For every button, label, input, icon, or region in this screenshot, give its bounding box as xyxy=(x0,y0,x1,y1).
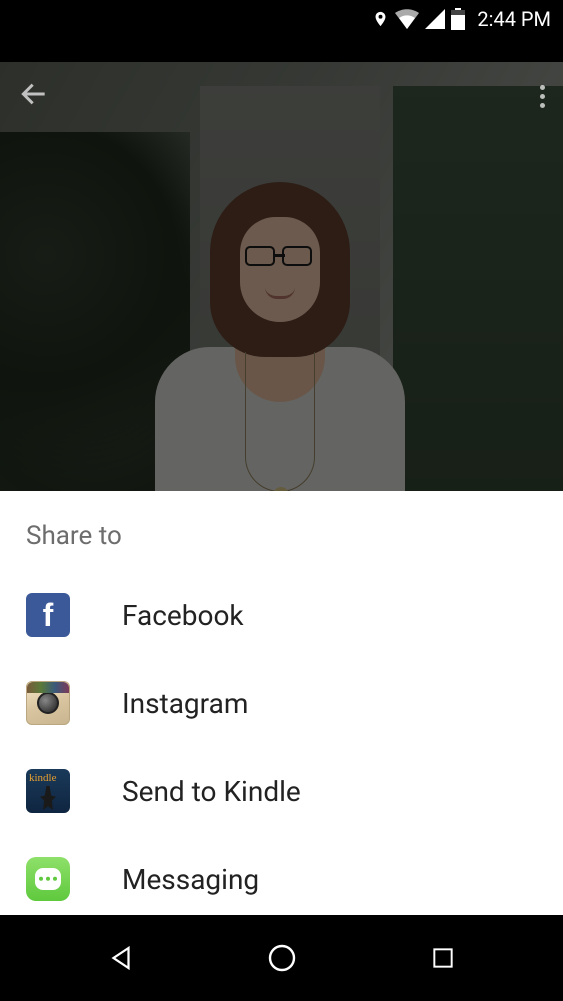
instagram-icon xyxy=(26,681,70,725)
nav-home-button[interactable] xyxy=(252,928,312,988)
facebook-icon: f xyxy=(26,593,70,637)
wifi-icon xyxy=(395,9,419,29)
photo-toolbar xyxy=(0,62,563,130)
share-item-label: Facebook xyxy=(122,599,244,632)
share-item-label: Messaging xyxy=(122,863,259,896)
nav-recents-button[interactable] xyxy=(413,928,473,988)
app-content: Share to f Facebook Instagram kindle Sen… xyxy=(0,38,563,915)
navigation-bar xyxy=(0,915,563,1001)
more-options-button[interactable] xyxy=(540,85,545,108)
share-sheet: Share to f Facebook Instagram kindle Sen… xyxy=(0,491,563,915)
status-bar: 2:44 PM xyxy=(0,0,563,38)
share-item-label: Instagram xyxy=(122,687,248,720)
share-item-instagram[interactable]: Instagram xyxy=(0,659,563,747)
status-time: 2:44 PM xyxy=(477,7,551,31)
share-item-kindle[interactable]: kindle Send to Kindle xyxy=(0,747,563,835)
back-button[interactable] xyxy=(18,78,50,114)
location-icon xyxy=(372,8,389,30)
messaging-icon xyxy=(26,857,70,901)
share-item-facebook[interactable]: f Facebook xyxy=(0,571,563,659)
share-item-messaging[interactable]: Messaging xyxy=(0,835,563,923)
share-title: Share to xyxy=(0,491,563,571)
battery-icon xyxy=(451,8,465,30)
kindle-icon: kindle xyxy=(26,769,70,813)
share-item-label: Send to Kindle xyxy=(122,775,301,808)
signal-icon xyxy=(425,9,445,29)
nav-back-button[interactable] xyxy=(91,928,151,988)
